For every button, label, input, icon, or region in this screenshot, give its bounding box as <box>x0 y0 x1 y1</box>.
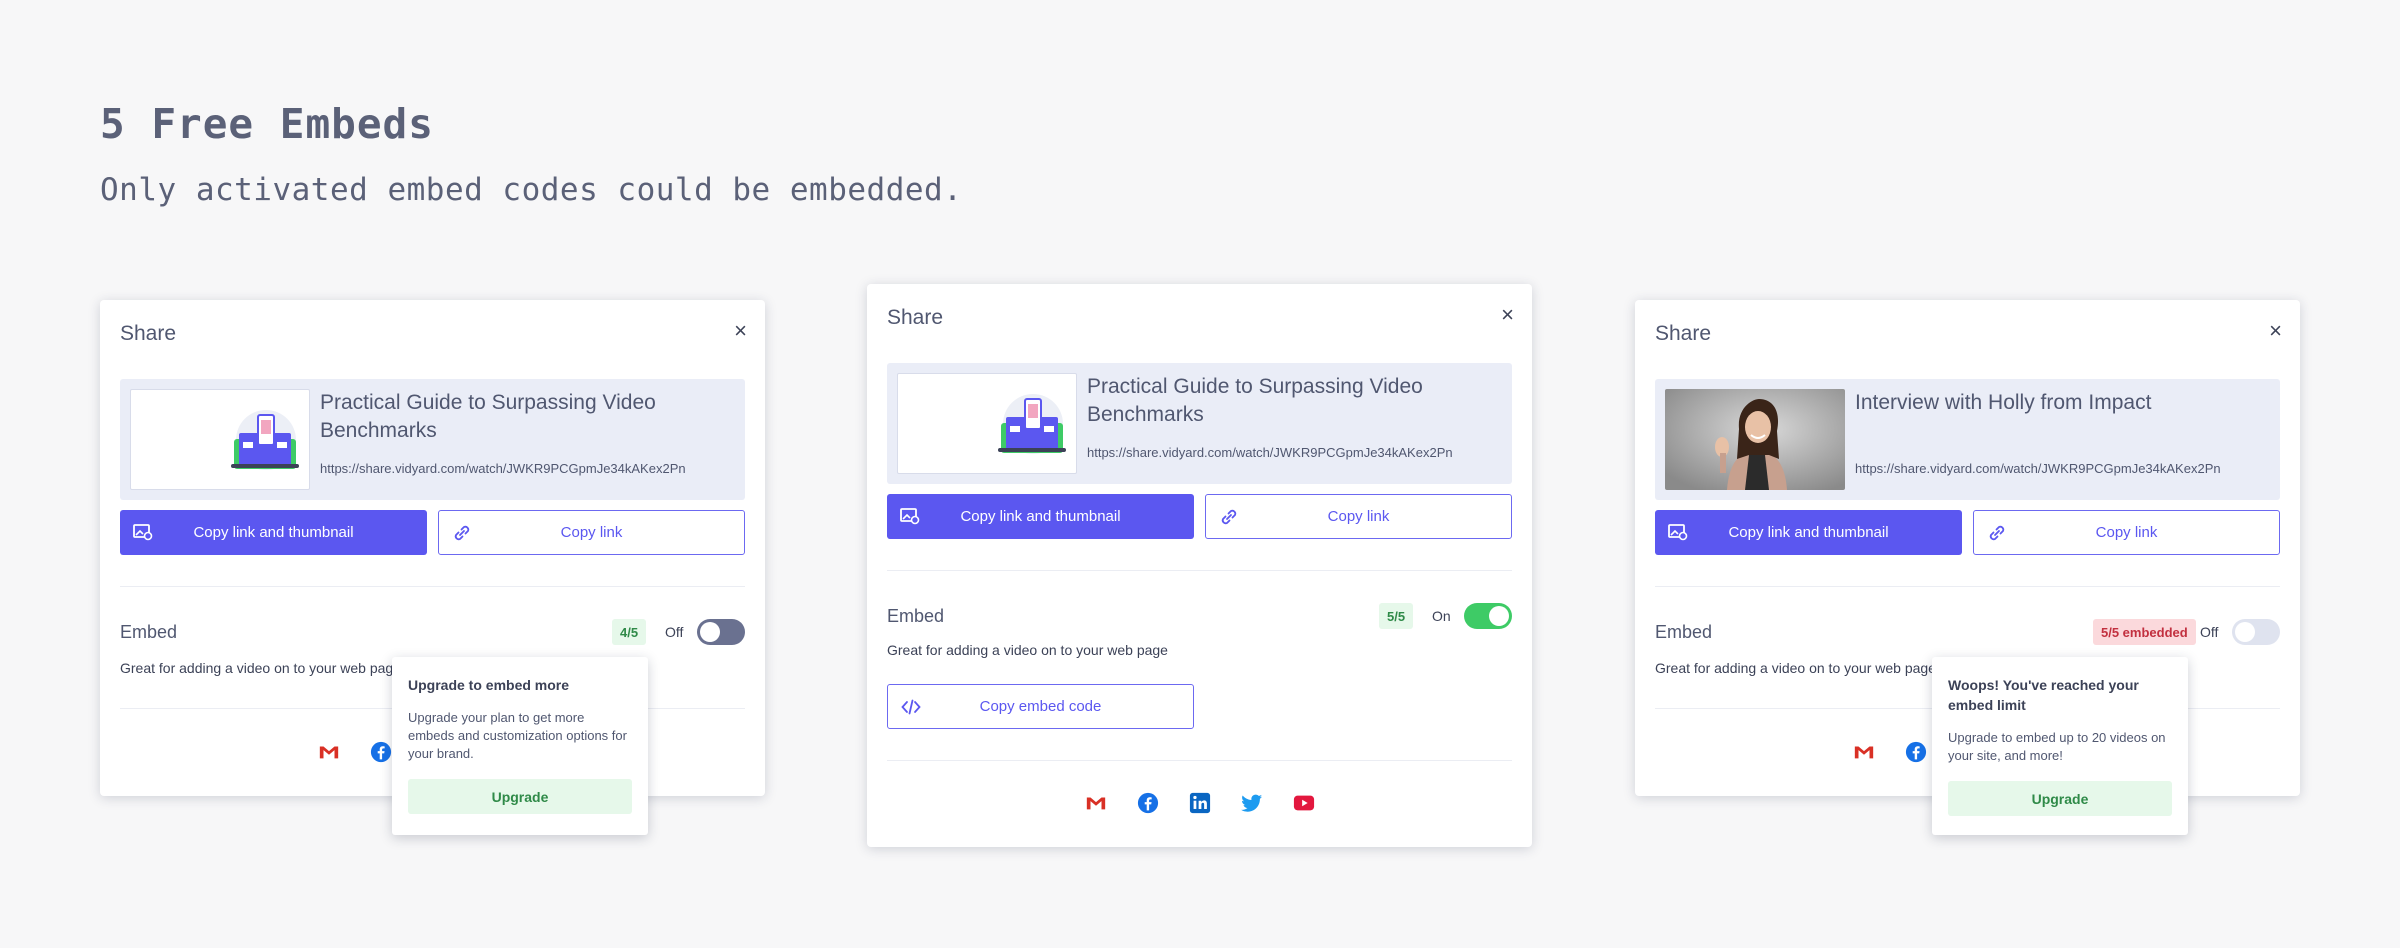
copy-link-thumbnail-label: Copy link and thumbnail <box>1728 524 1889 541</box>
embed-description: Great for adding a video on to your web … <box>1655 660 1936 676</box>
link-icon <box>1989 525 2005 541</box>
copy-link-button[interactable]: Copy link <box>438 510 745 555</box>
code-icon <box>901 699 921 715</box>
close-icon[interactable]: × <box>734 318 747 344</box>
divider <box>120 586 745 587</box>
copy-link-label: Copy link <box>2095 524 2158 541</box>
video-title: Interview with Holly from Impact <box>1855 391 2152 414</box>
embed-toggle[interactable] <box>2232 619 2280 645</box>
video-thumbnail <box>897 373 1077 474</box>
copy-link-label: Copy link <box>1327 508 1390 525</box>
gmail-icon[interactable] <box>1085 792 1107 814</box>
image-link-icon <box>133 524 153 541</box>
embed-count-badge: 5/5 <box>1379 603 1414 629</box>
close-icon[interactable]: × <box>1501 302 1514 328</box>
social-share-row <box>318 741 392 763</box>
copy-link-thumbnail-label: Copy link and thumbnail <box>960 508 1121 525</box>
modal-title: Share <box>887 306 944 329</box>
share-modal-limit-reached: Share × Interview with Holly from Impact… <box>1635 300 2300 835</box>
embed-count-badge: 4/5 <box>612 619 647 645</box>
linkedin-icon[interactable] <box>1189 792 1211 814</box>
limit-reached-popover: Woops! You've reached your embed limit U… <box>1932 657 2188 835</box>
video-thumbnail <box>130 389 310 490</box>
divider <box>887 760 1512 761</box>
social-share-row <box>1853 741 1927 763</box>
gmail-icon[interactable] <box>318 741 340 763</box>
embed-description: Great for adding a video on to your web … <box>120 660 401 676</box>
copy-link-button[interactable]: Copy link <box>1973 510 2280 555</box>
popover-title: Woops! You've reached your embed limit <box>1948 677 2139 713</box>
close-icon[interactable]: × <box>2269 318 2282 344</box>
person-photo-icon <box>1665 389 1845 490</box>
upgrade-popover: Upgrade to embed more Upgrade your plan … <box>392 657 648 835</box>
video-preview: Practical Guide to Surpassing Video Benc… <box>887 363 1512 484</box>
link-icon <box>1221 509 1237 525</box>
copy-link-button[interactable]: Copy link <box>1205 494 1512 539</box>
share-modal-free-limit: Share × Practical Guide to Surpassing Vi… <box>100 300 765 835</box>
modal-title: Share <box>1655 322 1712 345</box>
copy-link-thumbnail-button[interactable]: Copy link and thumbnail <box>120 510 427 555</box>
toggle-state-label: Off <box>665 624 684 640</box>
laptop-illustration-icon <box>231 410 299 470</box>
embed-label: Embed <box>1655 622 1713 642</box>
link-icon <box>454 525 470 541</box>
upgrade-button[interactable]: Upgrade <box>1948 781 2172 816</box>
video-url: https://share.vidyard.com/watch/JWKR9PCG… <box>1855 461 2221 476</box>
facebook-icon[interactable] <box>1905 741 1927 763</box>
embed-label: Embed <box>120 622 178 642</box>
image-link-icon <box>1668 524 1688 541</box>
twitter-icon[interactable] <box>1241 792 1263 814</box>
copy-embed-code-button[interactable]: Copy embed code <box>887 684 1194 729</box>
embed-description: Great for adding a video on to your web … <box>887 642 1168 658</box>
image-link-icon <box>900 508 920 525</box>
popover-text: Upgrade your plan to get more embeds and… <box>408 710 627 761</box>
toggle-state-label: On <box>1432 608 1451 624</box>
copy-link-thumbnail-label: Copy link and thumbnail <box>193 524 354 541</box>
popover-text: Upgrade to embed up to 20 videos on your… <box>1948 730 2166 763</box>
video-preview: Interview with Holly from Impact https:/… <box>1655 379 2280 500</box>
hero-title: 5 Free Embeds <box>100 100 434 148</box>
toggle-state-label: Off <box>2200 624 2219 640</box>
facebook-icon[interactable] <box>1137 792 1159 814</box>
video-url: https://share.vidyard.com/watch/JWKR9PCG… <box>1087 445 1453 460</box>
embed-toggle[interactable] <box>697 619 745 645</box>
video-title: Practical Guide to Surpassing Video Benc… <box>1087 375 1423 426</box>
modal-title: Share <box>120 322 177 345</box>
copy-link-thumbnail-button[interactable]: Copy link and thumbnail <box>887 494 1194 539</box>
video-preview: Practical Guide to Surpassing Video Benc… <box>120 379 745 500</box>
share-modal-embed-on: Share × Practical Guide to Surpassing Vi… <box>867 284 1532 847</box>
copy-link-label: Copy link <box>560 524 623 541</box>
gmail-icon[interactable] <box>1853 741 1875 763</box>
divider <box>887 570 1512 571</box>
embed-label: Embed <box>887 606 945 626</box>
upgrade-button[interactable]: Upgrade <box>408 779 632 814</box>
video-title: Practical Guide to Surpassing Video Benc… <box>320 391 656 442</box>
hero-subtitle: Only activated embed codes could be embe… <box>100 172 963 208</box>
embed-toggle[interactable] <box>1464 603 1512 629</box>
facebook-icon[interactable] <box>370 741 392 763</box>
popover-title: Upgrade to embed more <box>408 677 570 693</box>
video-thumbnail <box>1665 389 1845 490</box>
laptop-illustration-icon <box>998 394 1066 454</box>
social-share-row <box>1085 792 1315 814</box>
video-url: https://share.vidyard.com/watch/JWKR9PCG… <box>320 461 686 476</box>
embed-limit-badge: 5/5 embedded <box>2093 619 2196 645</box>
copy-embed-code-label: Copy embed code <box>979 698 1102 715</box>
copy-link-thumbnail-button[interactable]: Copy link and thumbnail <box>1655 510 1962 555</box>
youtube-icon[interactable] <box>1293 792 1315 814</box>
divider <box>1655 586 2280 587</box>
